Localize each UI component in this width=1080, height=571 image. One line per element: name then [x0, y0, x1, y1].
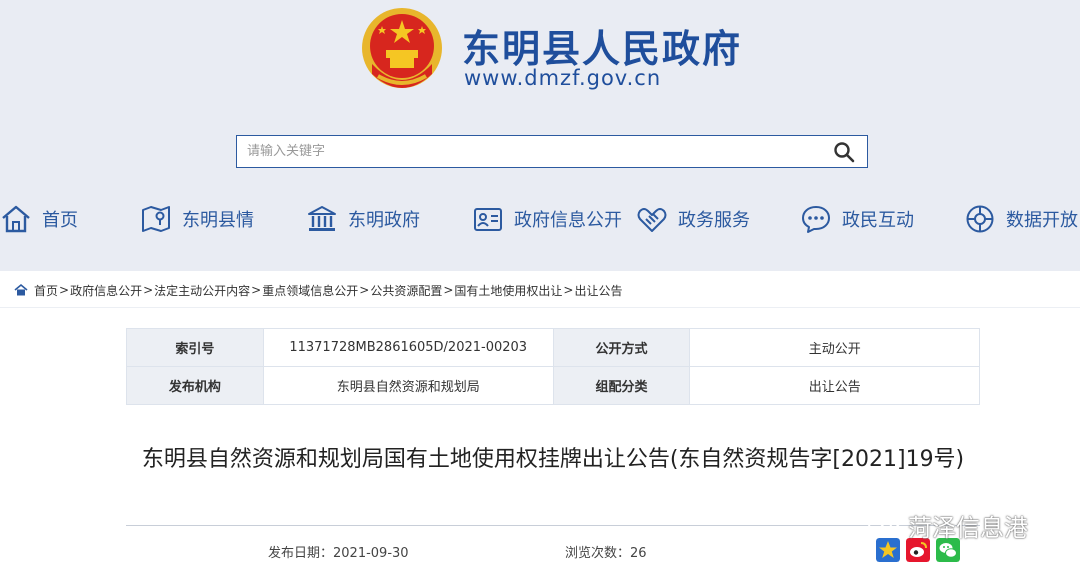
nav-item-county-info[interactable]: 东明县情 — [140, 196, 254, 242]
view-count: 浏览次数：26 — [565, 542, 647, 561]
breadcrumb-transfer-notice[interactable]: 出让公告 — [574, 282, 622, 299]
wechat-logo-icon — [868, 513, 900, 537]
search-box — [236, 135, 868, 168]
nav-item-label: 政民互动 — [842, 210, 914, 231]
breadcrumb-separator: > — [443, 283, 454, 297]
nav-item-label: 首页 — [42, 210, 78, 231]
nav-item-info-disclosure[interactable]: 政府信息公开 — [472, 196, 622, 242]
site-url: www.dmzf.gov.cn — [464, 66, 662, 90]
nav-item-label: 数据开放 — [1006, 210, 1078, 231]
breadcrumb-public-resources[interactable]: 公共资源配置 — [370, 282, 442, 299]
government-building-icon — [308, 206, 336, 231]
main-nav: 首页 东明县情 东明政府 政府信息公开 政务服务 政民互动 数据开放 — [0, 196, 1080, 242]
nav-item-government[interactable]: 东明政府 — [306, 196, 420, 242]
breadcrumb-separator: > — [251, 283, 262, 297]
nav-item-open-data[interactable]: 数据开放 — [964, 196, 1078, 242]
document-meta-table: 索引号 11371728MB2861605D/2021-00203 公开方式 主… — [126, 328, 980, 405]
home-icon — [2, 205, 30, 233]
nav-item-label: 政府信息公开 — [514, 210, 622, 231]
breadcrumb-divider — [0, 307, 1080, 308]
breadcrumb-separator: > — [359, 283, 370, 297]
publish-date: 发布日期：2021-09-30 — [268, 542, 409, 561]
data-globe-icon — [966, 205, 994, 233]
method-value: 主动公开 — [689, 328, 980, 367]
article-title: 东明县自然资源和规划局国有土地使用权挂牌出让公告(东自然资规告字[2021]19… — [141, 447, 965, 472]
table-row: 索引号 11371728MB2861605D/2021-00203 公开方式 主… — [126, 328, 980, 367]
org-value: 东明县自然资源和规划局 — [262, 366, 554, 405]
method-label: 公开方式 — [552, 328, 691, 367]
nav-item-label: 东明县情 — [182, 210, 254, 231]
table-row: 发布机构 东明县自然资源和规划局 组配分类 出让公告 — [126, 366, 980, 405]
chat-icon — [802, 206, 830, 233]
category-value: 出让公告 — [689, 366, 980, 405]
nav-item-label: 政务服务 — [678, 210, 750, 231]
info-card-icon — [474, 208, 502, 231]
index-value: 11371728MB2861605D/2021-00203 — [262, 328, 554, 367]
title-divider — [126, 525, 980, 526]
nav-item-label: 东明政府 — [348, 210, 420, 231]
breadcrumb-separator: > — [59, 283, 70, 297]
breadcrumb-separator: > — [143, 283, 154, 297]
nav-item-interaction[interactable]: 政民互动 — [800, 196, 914, 242]
breadcrumb-home[interactable]: 首页 — [34, 282, 58, 299]
map-icon — [142, 206, 170, 232]
handshake-icon — [637, 208, 667, 232]
publish-date-value: 2021-09-30 — [333, 546, 409, 561]
site-header: 东明县人民政府 www.dmzf.gov.cn 首页 东明县情 — [0, 0, 1080, 271]
watermark-text: 菏泽信息港 — [908, 514, 1028, 542]
view-count-label: 浏览次数： — [565, 546, 631, 561]
publish-date-label: 发布日期： — [268, 546, 334, 561]
category-label: 组配分类 — [552, 366, 691, 405]
breadcrumb-separator: > — [563, 283, 574, 297]
index-label: 索引号 — [126, 328, 264, 367]
nav-item-home[interactable]: 首页 — [0, 196, 78, 242]
breadcrumb: 首页 > 政府信息公开 > 法定主动公开内容 > 重点领域信息公开 > 公共资源配置 > … — [14, 281, 622, 299]
breadcrumb-land-transfer[interactable]: 国有土地使用权出让 — [454, 282, 562, 299]
search-icon[interactable] — [833, 141, 855, 163]
org-label: 发布机构 — [126, 366, 264, 405]
search-input[interactable] — [237, 136, 817, 167]
home-icon — [14, 283, 28, 296]
site-title: 东明县人民政府 — [462, 27, 743, 71]
breadcrumb-key-areas[interactable]: 重点领域信息公开 — [262, 282, 358, 299]
watermark: 菏泽信息港 — [866, 508, 1028, 543]
breadcrumb-info-disclosure[interactable]: 政府信息公开 — [70, 282, 142, 299]
breadcrumb-statutory-content[interactable]: 法定主动公开内容 — [154, 282, 250, 299]
national-emblem-icon — [362, 8, 442, 88]
nav-item-services[interactable]: 政务服务 — [636, 196, 750, 242]
view-count-value: 26 — [630, 546, 647, 561]
